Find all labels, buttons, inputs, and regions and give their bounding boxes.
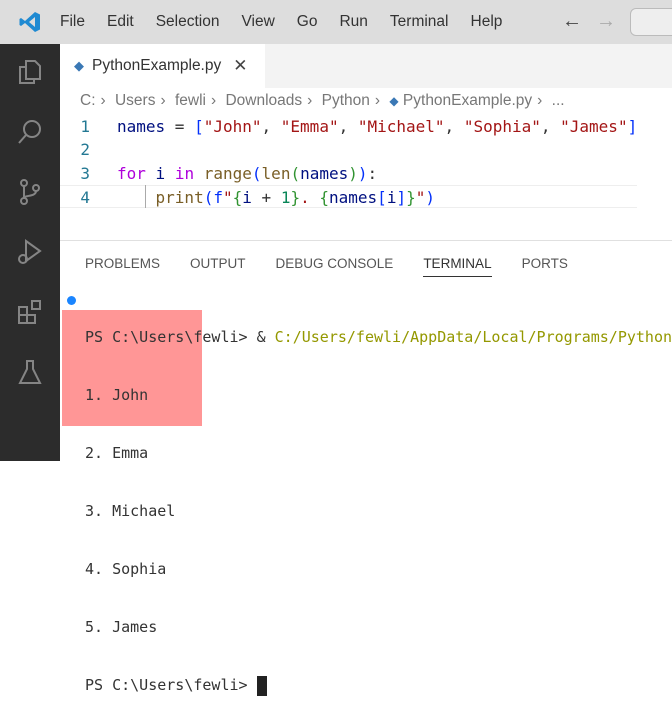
- indent-guide: [145, 185, 146, 208]
- terminal-command: C:/Users/fewli/AppData/Local/Programs/Py…: [274, 328, 672, 346]
- breadcrumb-item[interactable]: fewli: [175, 92, 206, 109]
- search-icon[interactable]: [16, 118, 44, 146]
- tab-ports[interactable]: PORTS: [522, 256, 568, 277]
- menu-terminal[interactable]: Terminal: [390, 13, 449, 31]
- back-arrow-icon[interactable]: ←: [562, 10, 582, 32]
- terminal-output-line: 3. Michael: [85, 502, 176, 520]
- menu-help[interactable]: Help: [471, 13, 503, 31]
- run-debug-icon[interactable]: [16, 238, 44, 266]
- terminal-prompt: PS C:\Users\fewli>: [85, 676, 257, 694]
- breadcrumb-item[interactable]: Downloads: [225, 92, 302, 109]
- code-line: 4 print(f"{i + 1}. {names[i]}"): [60, 184, 638, 209]
- menu-go[interactable]: Go: [297, 13, 318, 31]
- menu-edit[interactable]: Edit: [107, 13, 134, 31]
- title-bar: File Edit Selection View Go Run Terminal…: [0, 0, 672, 44]
- breadcrumb-item[interactable]: PythonExample.py: [403, 92, 532, 109]
- code-line: 3 for i in range(len(names)):: [80, 163, 378, 183]
- forward-arrow-icon[interactable]: →: [596, 10, 616, 32]
- source-control-icon[interactable]: [16, 178, 44, 206]
- extensions-icon[interactable]: [16, 298, 44, 326]
- tab-label: PythonExample.py: [92, 57, 222, 74]
- breadcrumb-item[interactable]: Users: [115, 92, 155, 109]
- python-file-icon: ◆: [74, 58, 84, 73]
- tab-python-example[interactable]: ◆ PythonExample.py ✕: [60, 44, 265, 88]
- vscode-logo-icon: [0, 10, 60, 34]
- menu-view[interactable]: View: [241, 13, 274, 31]
- code-line: 1 names = ["John", "Emma", "Michael", "So…: [80, 117, 638, 136]
- command-center-search[interactable]: [630, 8, 672, 36]
- menu-selection[interactable]: Selection: [156, 13, 220, 31]
- terminal[interactable]: PS C:\Users\fewli> & C:/Users/fewli/AppD…: [85, 290, 672, 714]
- breadcrumb-item[interactable]: C:: [80, 92, 96, 109]
- editor-tab-bar: ◆ PythonExample.py ✕: [60, 44, 672, 88]
- activity-bar: [0, 44, 60, 461]
- tab-problems[interactable]: PROBLEMS: [85, 256, 160, 277]
- terminal-output-line: 4. Sophia: [85, 560, 167, 578]
- breadcrumb-item[interactable]: ...: [552, 92, 565, 109]
- explorer-icon[interactable]: [16, 58, 44, 86]
- menu-run[interactable]: Run: [339, 13, 367, 31]
- code-editor[interactable]: 1 names = ["John", "Emma", "Michael", "So…: [60, 115, 638, 209]
- tab-terminal[interactable]: TERMINAL: [423, 256, 492, 277]
- command-status-dot-icon: [67, 296, 76, 305]
- terminal-output-line: 1. John: [85, 386, 149, 404]
- terminal-cursor: [256, 675, 267, 696]
- terminal-output-line: 5. James: [85, 618, 158, 636]
- terminal-operator: &: [256, 328, 275, 346]
- terminal-prompt: PS C:\Users\fewli>: [85, 328, 257, 346]
- close-icon[interactable]: ✕: [233, 56, 247, 76]
- breadcrumb-item[interactable]: Python: [322, 92, 370, 109]
- breadcrumb: C: › Users › fewli › Downloads › Python › ◆ P…: [80, 92, 565, 109]
- python-file-icon: ◆: [389, 94, 399, 108]
- code-line: 2: [80, 140, 90, 160]
- tab-output[interactable]: OUTPUT: [190, 256, 246, 277]
- tab-debug-console[interactable]: DEBUG CONSOLE: [276, 256, 394, 277]
- menu-bar: File Edit Selection View Go Run Terminal…: [60, 13, 524, 31]
- menu-file[interactable]: File: [60, 13, 85, 31]
- testing-flask-icon[interactable]: [16, 358, 44, 386]
